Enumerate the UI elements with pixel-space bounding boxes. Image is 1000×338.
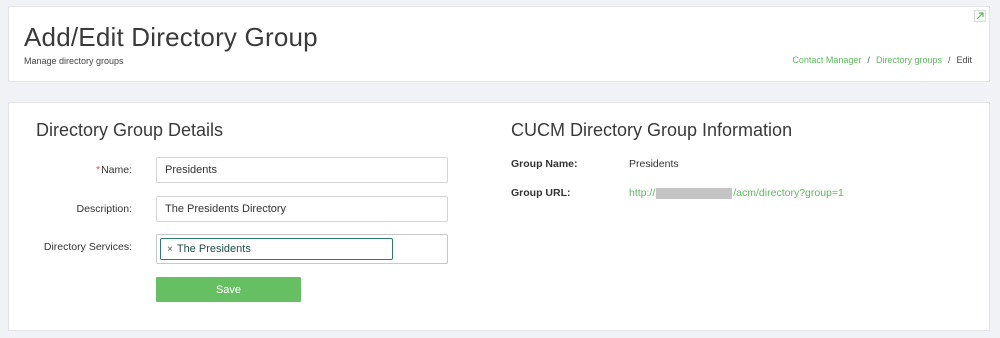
- group-name-label: Group Name:: [511, 158, 578, 170]
- selected-service-chip[interactable]: × The Presidents: [160, 238, 393, 260]
- description-input[interactable]: [156, 196, 448, 222]
- redacted-host: [656, 187, 733, 199]
- group-url-label: Group URL:: [511, 187, 571, 199]
- required-marker: *: [95, 164, 101, 176]
- directory-services-select[interactable]: × The Presidents: [156, 234, 448, 264]
- save-button[interactable]: Save: [156, 277, 301, 302]
- page-subtitle: Manage directory groups: [24, 56, 124, 66]
- breadcrumb-separator: /: [867, 55, 870, 65]
- name-input[interactable]: [156, 157, 448, 183]
- directory-services-label: Directory Services:: [43, 241, 132, 253]
- cucm-section-title: CUCM Directory Group Information: [511, 120, 793, 140]
- chip-remove-icon[interactable]: ×: [167, 244, 173, 255]
- page-title: Add/Edit Directory Group: [24, 22, 318, 52]
- expand-arrow-icon[interactable]: [974, 10, 986, 22]
- url-suffix: /acm/directory?group=1: [733, 187, 844, 199]
- chip-label: The Presidents: [176, 243, 251, 255]
- breadcrumb-contact-manager[interactable]: Contact Manager: [792, 55, 861, 65]
- url-prefix: http://: [629, 187, 656, 199]
- breadcrumb: Contact Manager / Directory groups / Edi…: [792, 55, 972, 65]
- group-url-link[interactable]: http:// /acm/directory?group=1: [629, 187, 844, 199]
- page-header: Add/Edit Directory Group Manage director…: [8, 6, 990, 82]
- breadcrumb-directory-groups[interactable]: Directory groups: [876, 55, 942, 65]
- main-panel: Directory Group Details *Name: Descripti…: [8, 102, 990, 331]
- details-section-title: Directory Group Details: [36, 120, 224, 140]
- name-label-text: Name:: [101, 164, 132, 176]
- name-label: *Name:: [69, 164, 132, 176]
- group-name-value: Presidents: [629, 158, 679, 170]
- description-label: Description:: [76, 203, 132, 215]
- breadcrumb-current: Edit: [956, 55, 972, 65]
- breadcrumb-separator: /: [947, 55, 951, 65]
